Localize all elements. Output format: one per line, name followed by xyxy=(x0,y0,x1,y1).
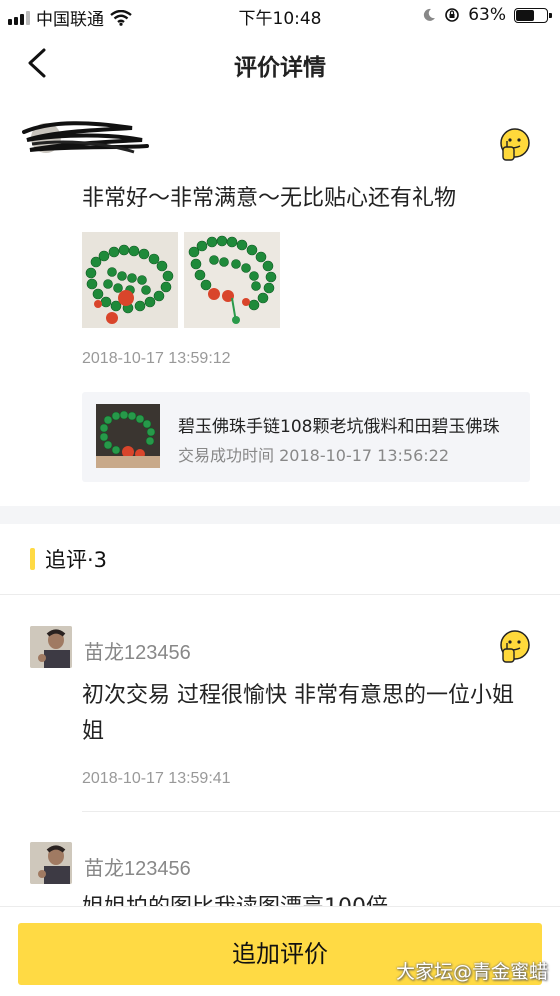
rotation-lock-icon xyxy=(445,8,460,22)
status-bar: 中国联通 下午10:48 63% xyxy=(0,0,560,32)
divider xyxy=(82,811,560,812)
page-title: 评价详情 xyxy=(234,55,326,81)
jade-beads-photo xyxy=(82,232,178,328)
battery-icon xyxy=(514,7,552,23)
trade-info: 交易成功时间 2018-10-17 13:56:22 xyxy=(178,442,449,466)
reviewer-header xyxy=(22,118,538,178)
divider xyxy=(0,594,560,595)
thumbs-up-emoji-icon xyxy=(500,128,530,161)
battery-percent: 63% xyxy=(468,5,506,25)
section-accent-bar xyxy=(30,548,35,570)
followup-section-header: 追评·3 xyxy=(0,540,560,580)
jade-beads-photo xyxy=(184,232,280,328)
followup-section-title: 追评·3 xyxy=(45,548,108,572)
product-title: 碧玉佛珠手链108颗老坑俄料和田碧玉佛珠 xyxy=(178,417,500,437)
avatar[interactable] xyxy=(30,626,72,668)
review-date: 2018-10-17 13:59:12 xyxy=(82,350,231,367)
follow-up-username[interactable]: 苗龙123456 xyxy=(84,636,191,665)
thumbs-up-emoji-icon xyxy=(500,630,530,663)
trade-label: 交易成功时间 xyxy=(178,446,275,465)
trade-time: 2018-10-17 13:56:22 xyxy=(279,446,450,465)
follow-up-date: 2018-10-17 13:59:41 xyxy=(82,770,231,787)
user-avatar-photo xyxy=(30,626,72,668)
review-text: 非常好～非常满意～无比贴心还有礼物 xyxy=(82,186,457,211)
product-photo xyxy=(96,404,160,468)
bottom-bar: 追加评价 大家坛@青金蜜蜡 xyxy=(0,906,560,996)
product-thumbnail xyxy=(96,404,160,468)
user-avatar-photo xyxy=(30,842,72,884)
redacted-username-scribble xyxy=(22,121,149,154)
avatar[interactable] xyxy=(30,842,72,884)
moon-icon xyxy=(424,8,436,21)
follow-up-username[interactable]: 苗龙123456 xyxy=(84,852,191,881)
follow-up-text: 初次交易 过程很愉快 非常有意思的一位小姐姐 xyxy=(82,683,514,744)
product-card[interactable]: 碧玉佛珠手链108颗老坑俄料和田碧玉佛珠 交易成功时间 2018-10-17 1… xyxy=(82,392,530,482)
status-right: 63% xyxy=(422,5,552,25)
review-photo[interactable] xyxy=(82,232,178,328)
watermark: 大家坛@青金蜜蜡 xyxy=(395,961,548,983)
review-photo[interactable] xyxy=(184,232,280,328)
nav-bar: 评价详情 xyxy=(0,32,560,94)
section-separator xyxy=(0,506,560,524)
